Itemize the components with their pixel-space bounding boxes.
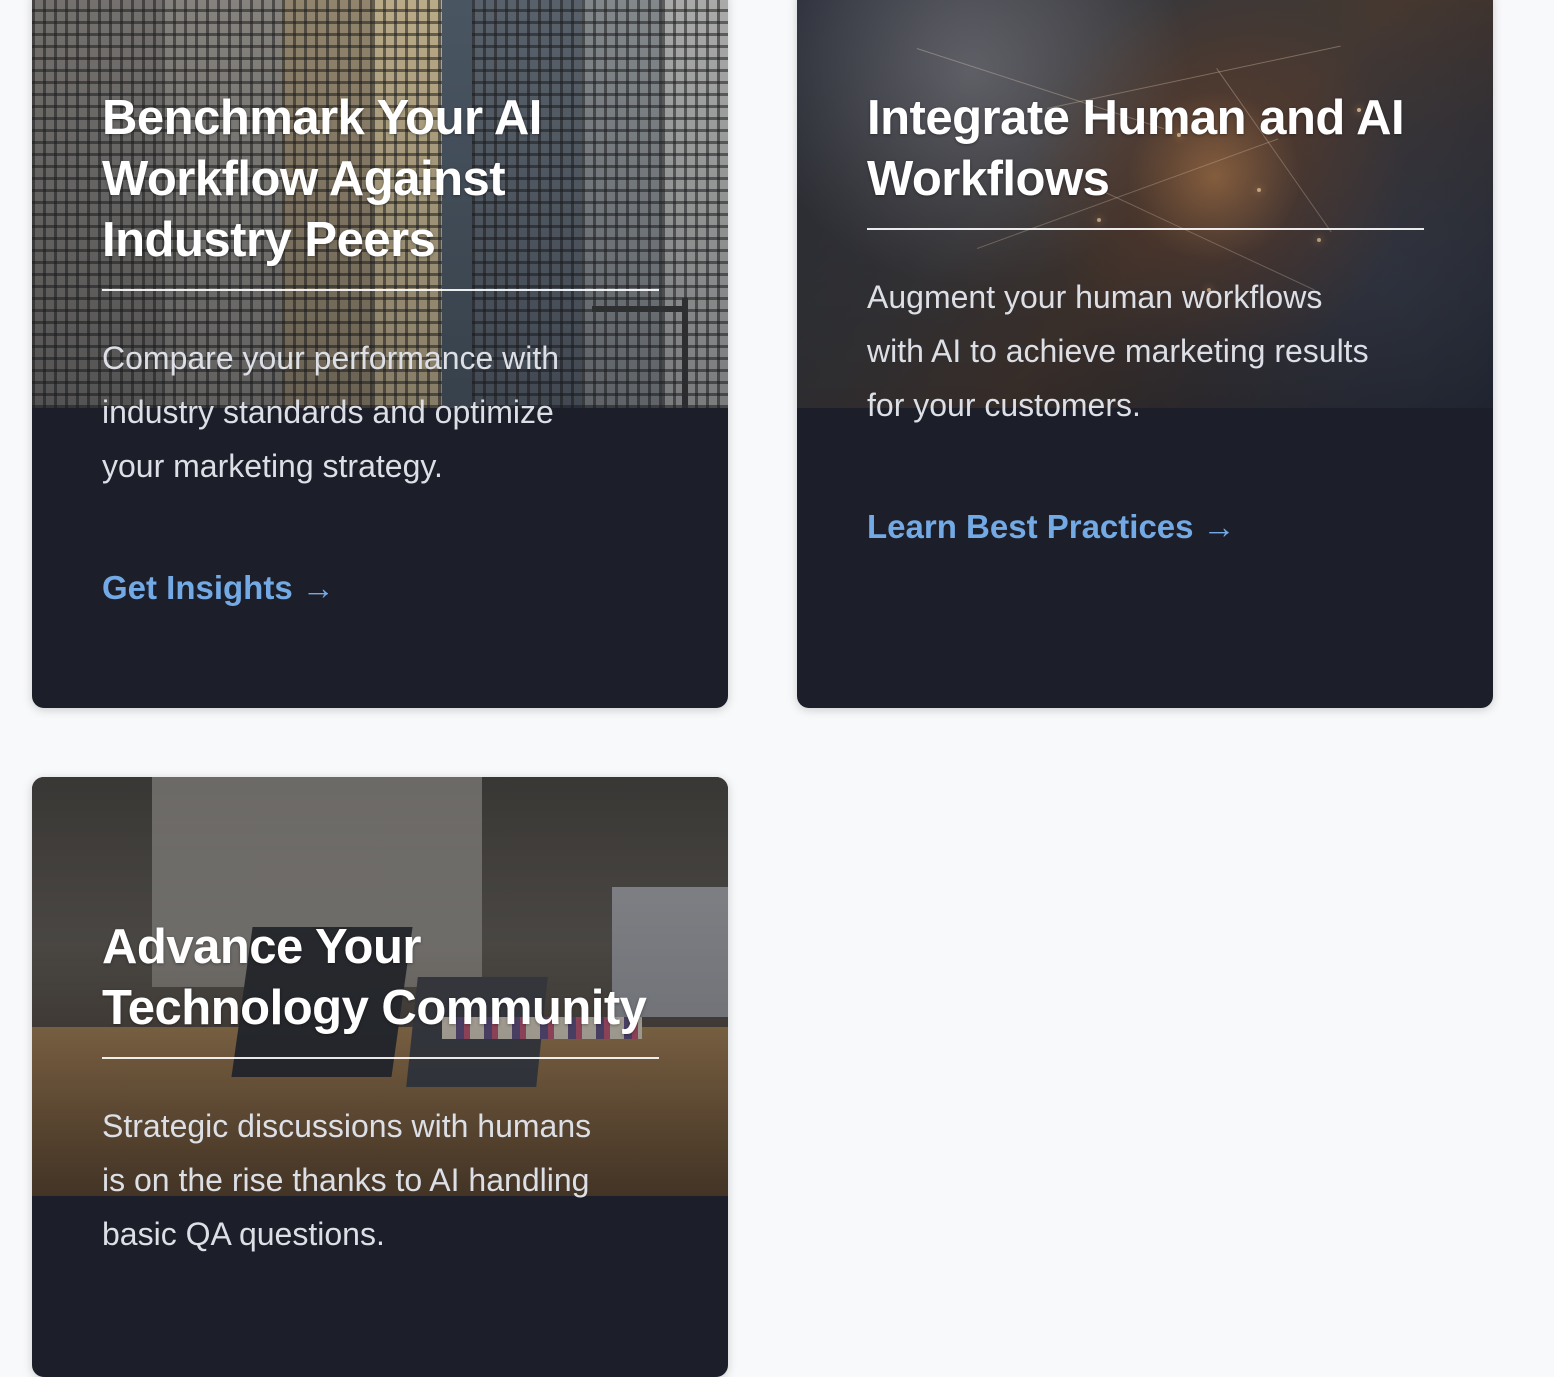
card-content: Advance Your Technology Community Strate… bbox=[102, 917, 659, 1261]
card-benchmark: Benchmark Your AI Workflow Against Indus… bbox=[32, 0, 728, 708]
title-divider bbox=[102, 1057, 659, 1059]
card-title: Integrate Human and AI Workflows bbox=[867, 91, 1405, 206]
get-insights-link[interactable]: Get Insights → bbox=[102, 569, 335, 607]
card-description: Strategic discussions with humans is on … bbox=[102, 1108, 592, 1252]
title-divider bbox=[102, 289, 659, 291]
card-title: Benchmark Your AI Workflow Against Indus… bbox=[102, 91, 542, 267]
card-advance: Advance Your Technology Community Strate… bbox=[32, 777, 728, 1377]
card-content: Benchmark Your AI Workflow Against Indus… bbox=[102, 88, 659, 607]
card-description: Compare your performance with industry s… bbox=[102, 340, 560, 484]
card-integrate: Integrate Human and AI Workflows Augment… bbox=[797, 0, 1493, 708]
card-description: Augment your human workflows with AI to … bbox=[867, 279, 1369, 423]
learn-best-practices-link[interactable]: Learn Best Practices → bbox=[867, 508, 1236, 546]
card-title: Advance Your Technology Community bbox=[102, 920, 647, 1035]
card-content: Integrate Human and AI Workflows Augment… bbox=[867, 88, 1424, 546]
title-divider bbox=[867, 228, 1424, 230]
